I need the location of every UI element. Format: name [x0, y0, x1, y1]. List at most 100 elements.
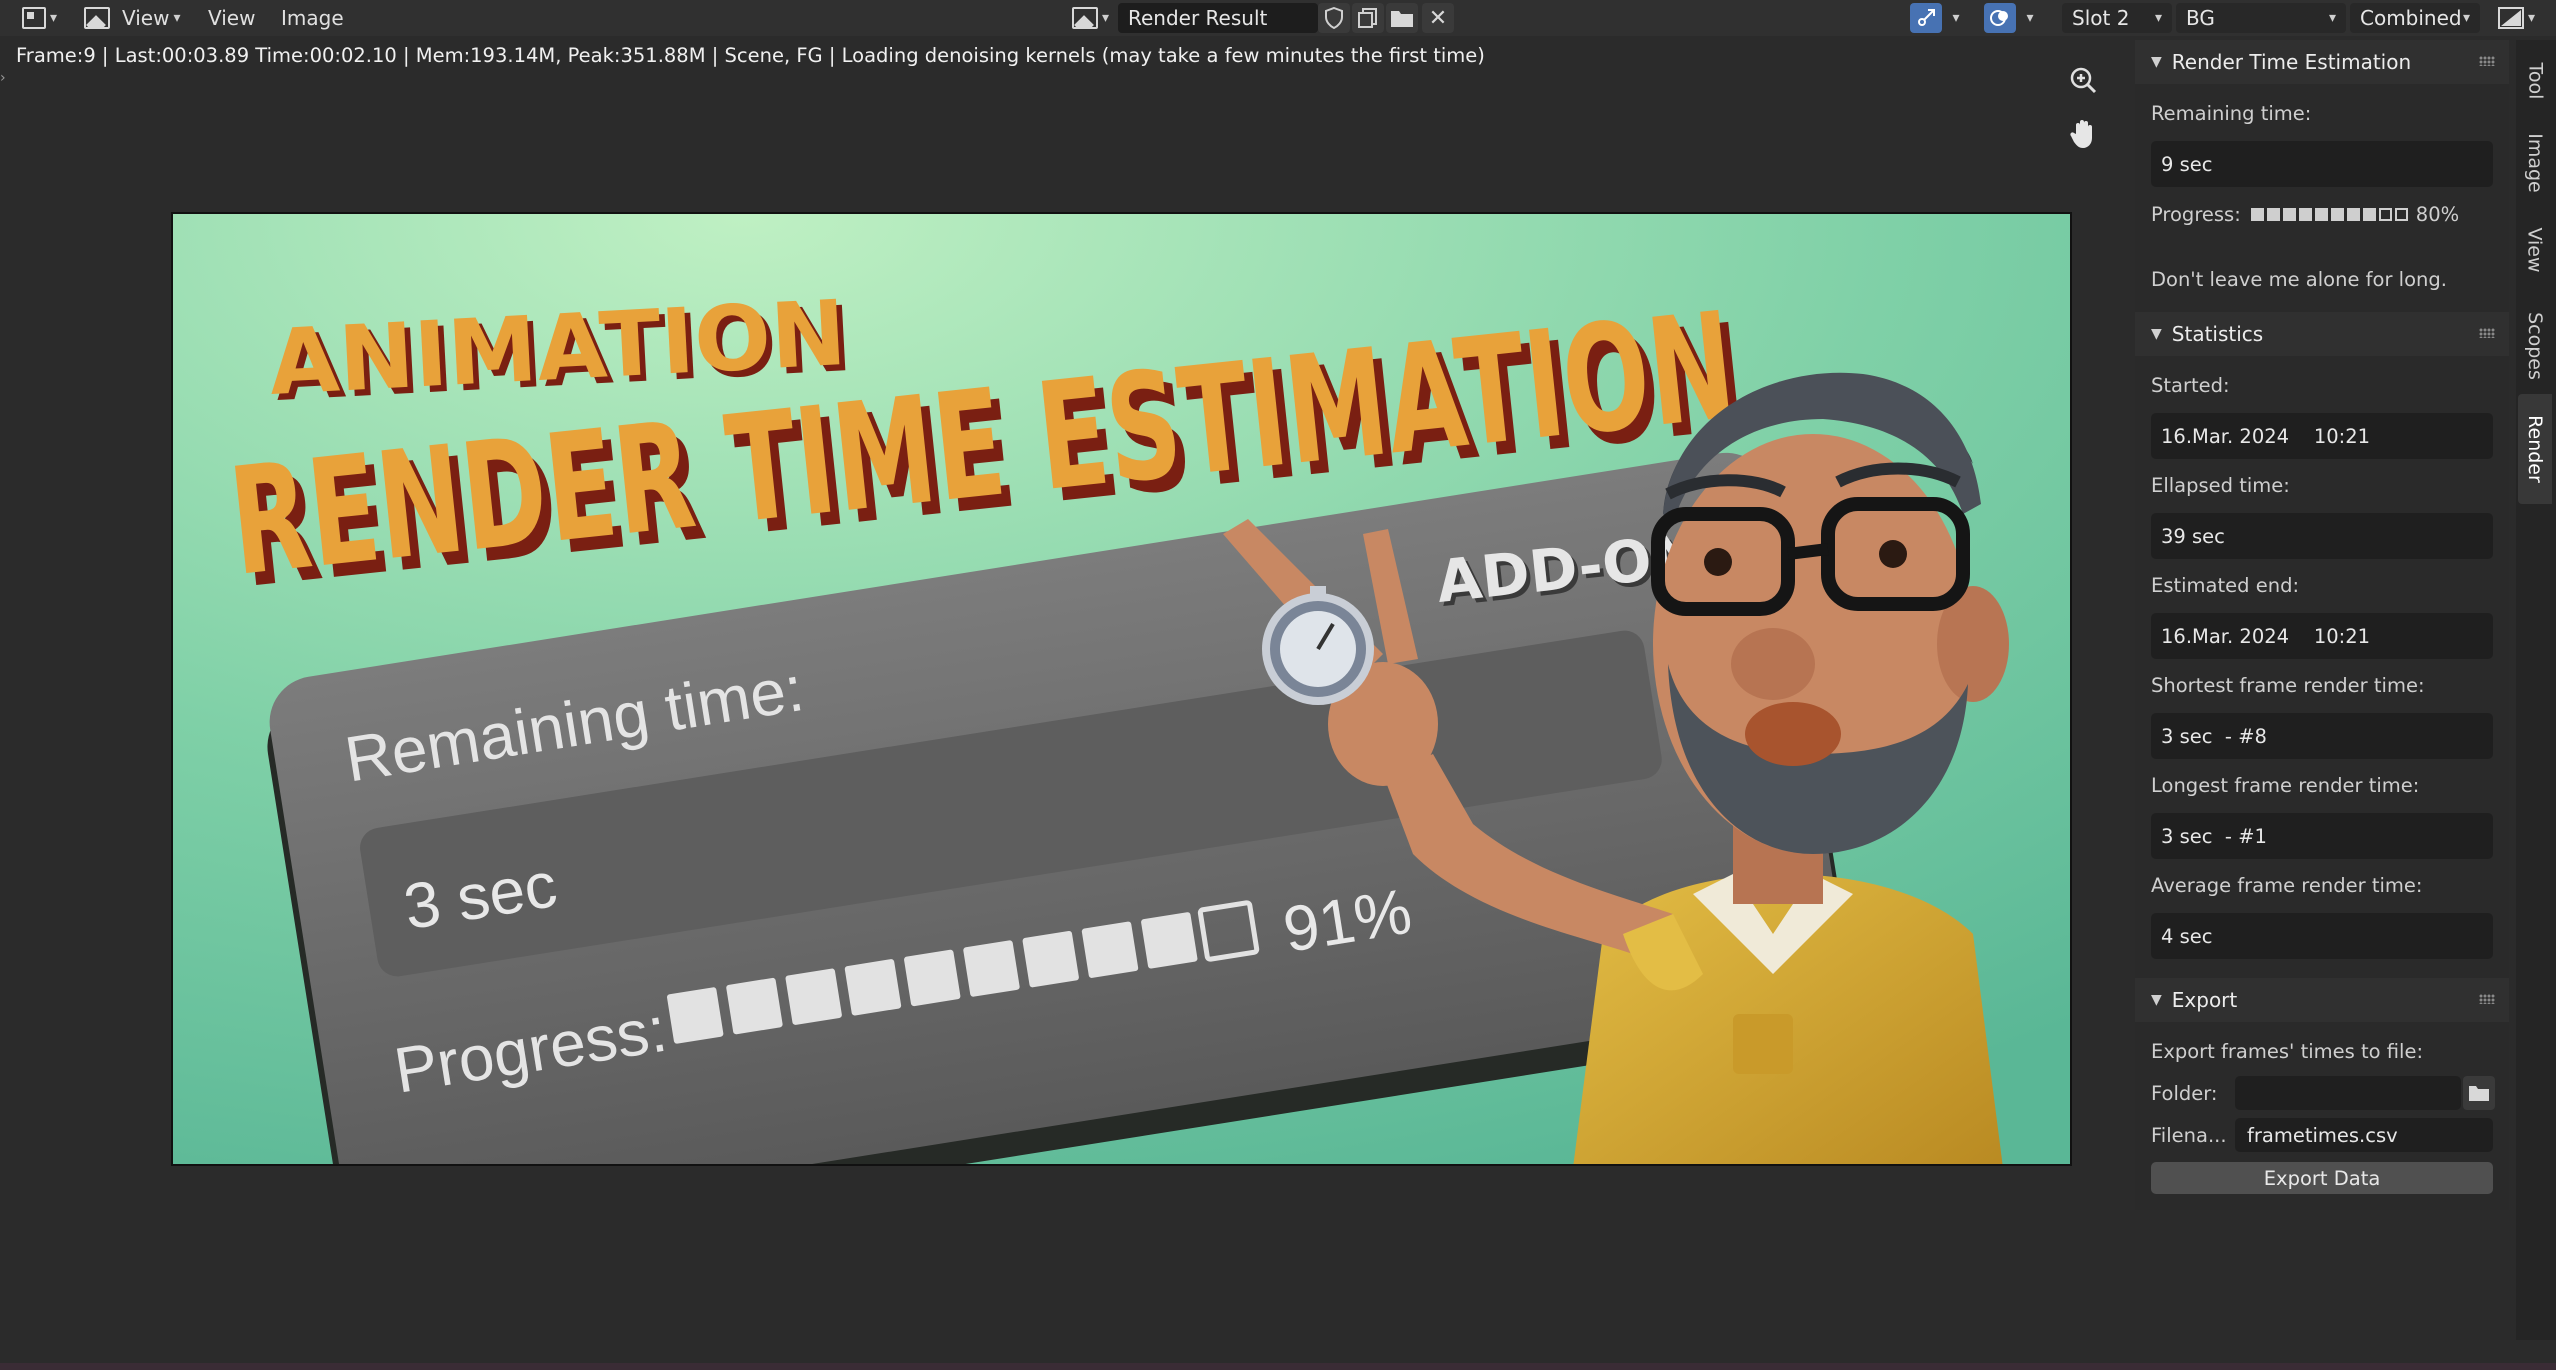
panel-header-render-time-estimation[interactable]: ▼ Render Time Estimation	[2135, 40, 2509, 84]
card-progress-square-filled	[844, 959, 902, 1016]
tab-scopes[interactable]: Scopes	[2518, 296, 2552, 396]
panel-title: Export	[2171, 988, 2238, 1012]
zoom-button[interactable]	[2061, 58, 2105, 102]
image-editor-icon	[22, 7, 46, 29]
chevron-down-icon: ▾	[173, 10, 181, 26]
shortest-frame-value: 3 sec - #8	[2151, 713, 2493, 759]
progress-label: Progress:	[2151, 203, 2241, 226]
progress-percent: 80%	[2415, 203, 2460, 226]
browse-image-icon	[1072, 7, 1098, 29]
filename-input[interactable]: frametimes.csv	[2235, 1118, 2493, 1152]
slot-dropdown[interactable]: Slot 2 ▾	[2062, 3, 2172, 33]
sample-dropdown[interactable]: ▾	[1944, 3, 1968, 33]
tab-render[interactable]: Render	[2518, 394, 2552, 504]
folder-input[interactable]	[2235, 1076, 2461, 1110]
progress-row: Progress: 80%	[2151, 203, 2459, 226]
chevron-down-icon: ▾	[50, 10, 58, 26]
fake-user-button[interactable]	[1318, 3, 1350, 33]
sidebar-panel: ▼ Render Time Estimation Remaining time:…	[2135, 40, 2509, 1210]
progress-square-filled	[2250, 208, 2264, 221]
progress-square-filled	[2266, 208, 2280, 221]
progress-bar	[2250, 208, 2408, 221]
progress-square-filled	[2362, 208, 2376, 221]
render-pass-dropdown[interactable]: Combined ▾	[2350, 3, 2480, 33]
tab-label: Scopes	[2524, 312, 2546, 380]
collapse-triangle-icon: ▼	[2151, 992, 2162, 1008]
drag-grip-icon[interactable]	[2479, 994, 2495, 1004]
card-progress-square-filled	[1081, 921, 1139, 978]
sample-tool-button[interactable]	[1910, 3, 1942, 33]
render-artwork: Remaining time: 3 sec Progress: 91% ANIM…	[173, 214, 2070, 1164]
browse-image-button[interactable]: ▾	[1064, 3, 1117, 33]
image-editor-header: ▾ View ▾ View Image ▾ Render Result ✕ ▾ ▾…	[0, 0, 2556, 36]
tab-image[interactable]: Image	[2518, 122, 2552, 204]
shortest-frame-label: Shortest frame render time:	[2151, 674, 2425, 697]
hand-icon	[2070, 120, 2092, 148]
open-image-button[interactable]	[1386, 3, 1418, 33]
card-progress-square-filled	[785, 968, 842, 1025]
menu-view[interactable]: View	[200, 3, 263, 33]
close-icon: ✕	[1428, 5, 1448, 31]
average-frame-label: Average frame render time:	[2151, 874, 2423, 897]
tab-tool[interactable]: Tool	[2518, 50, 2552, 112]
remaining-time-label: Remaining time:	[2151, 102, 2312, 125]
filename-label: Filena...	[2151, 1124, 2227, 1147]
card-progress-square-filled	[963, 940, 1020, 997]
display-channels-button[interactable]: ▾	[2490, 3, 2543, 33]
overlay-dropdown[interactable]: ▾	[2018, 3, 2042, 33]
mode-view-button[interactable]: View ▾	[76, 3, 189, 33]
chevron-down-icon: ▾	[1952, 10, 1960, 26]
tab-label: Tool	[2524, 62, 2546, 100]
display-channels-icon	[2498, 7, 2524, 29]
shield-icon	[1325, 7, 1343, 29]
chevron-down-icon: ▾	[1102, 10, 1110, 26]
card-progress-square-filled	[904, 949, 961, 1007]
card-progress-square-filled	[726, 977, 783, 1035]
started-value: 16.Mar. 2024 10:21	[2151, 413, 2493, 459]
progress-square-empty	[2378, 208, 2392, 221]
image-name-field[interactable]: Render Result	[1118, 3, 1318, 33]
elapsed-label: Ellapsed time:	[2151, 474, 2290, 497]
overlay-toggle-button[interactable]	[1984, 3, 2016, 33]
progress-square-filled	[2346, 208, 2360, 221]
chevron-down-icon: ▾	[2462, 10, 2470, 26]
browse-folder-button[interactable]	[2463, 1076, 2495, 1110]
chevron-down-icon: ▾	[2328, 10, 2336, 26]
progress-square-filled	[2330, 208, 2344, 221]
remaining-time-value: 9 sec	[2151, 141, 2493, 187]
new-image-button[interactable]	[1352, 3, 1384, 33]
progress-square-filled	[2298, 208, 2312, 221]
image-view-icon	[84, 7, 110, 29]
average-frame-value: 4 sec	[2151, 913, 2493, 959]
progress-square-empty	[2394, 208, 2408, 221]
render-result-image[interactable]: Remaining time: 3 sec Progress: 91% ANIM…	[171, 212, 2072, 1166]
editor-type-button[interactable]: ▾	[14, 3, 65, 33]
sidebar-tabs: Tool Image View Scopes Render	[2516, 40, 2556, 1340]
started-label: Started:	[2151, 374, 2230, 397]
overlay-icon	[1990, 10, 2008, 26]
view-layer-dropdown[interactable]: BG ▾	[2176, 3, 2346, 33]
card-progress-square-filled	[1141, 912, 1198, 969]
pan-button[interactable]	[2061, 112, 2105, 156]
estimated-end-value: 16.Mar. 2024 10:21	[2151, 613, 2493, 659]
export-description: Export frames' times to file:	[2151, 1040, 2424, 1063]
unlink-image-button[interactable]: ✕	[1422, 3, 1454, 33]
panel-title: Render Time Estimation	[2171, 50, 2412, 74]
card-progress-square-filled	[667, 987, 724, 1044]
tab-view[interactable]: View	[2518, 214, 2552, 286]
view-layer-value: BG	[2186, 6, 2215, 30]
panel-header-export[interactable]: ▼ Export	[2135, 978, 2509, 1022]
panel-header-statistics[interactable]: ▼ Statistics	[2135, 312, 2509, 356]
toolbar-expand-arrow[interactable]: ›	[0, 70, 6, 86]
menu-image[interactable]: Image	[273, 3, 352, 33]
drag-grip-icon[interactable]	[2479, 328, 2495, 338]
export-data-button[interactable]: Export Data	[2151, 1162, 2493, 1194]
tab-label: Render	[2524, 415, 2546, 483]
status-message: Don't leave me alone for long.	[2151, 268, 2447, 291]
elapsed-value: 39 sec	[2151, 513, 2493, 559]
drag-grip-icon[interactable]	[2479, 56, 2495, 66]
sample-icon	[1918, 9, 1935, 26]
panel-title: Statistics	[2171, 322, 2264, 346]
folder-label: Folder:	[2151, 1082, 2218, 1105]
duplicate-icon	[1358, 8, 1377, 28]
